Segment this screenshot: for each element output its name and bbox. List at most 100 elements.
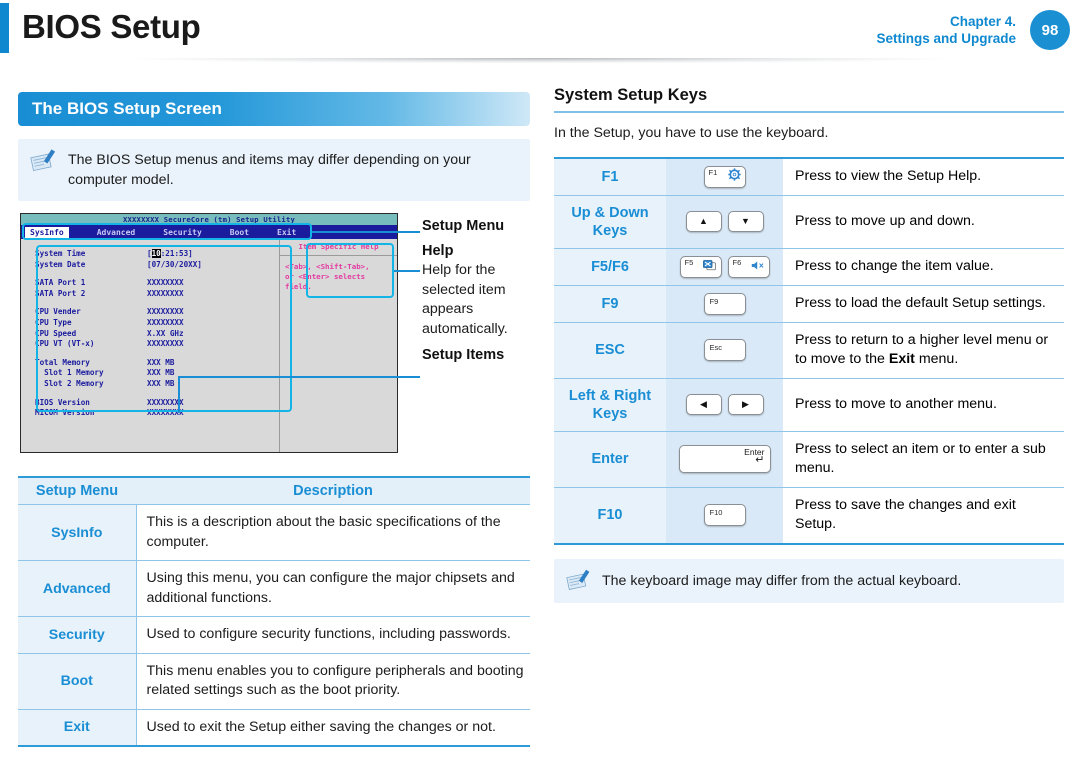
bios-body: System Time [10:21:53] System Date [07/30/2…	[21, 239, 397, 452]
bios-item-value[interactable]: [10:21:53]	[147, 249, 193, 260]
key-name-cell: Enter	[554, 431, 666, 488]
bios-item-row: CPU Vender XXXXXXXX	[35, 307, 279, 318]
bios-tab-advanced[interactable]: Advanced	[97, 228, 136, 237]
bios-item-label: SATA Port 2	[35, 288, 86, 298]
bios-item-value[interactable]: XXX MB	[147, 379, 174, 390]
section-title-system-setup-keys: System Setup Keys	[554, 86, 708, 104]
arrow-left-key[interactable]: ◀	[685, 394, 722, 416]
bios-item-value[interactable]: XXXXXXXX	[147, 307, 184, 318]
table-row: Security Used to configure security funct…	[18, 616, 530, 653]
leader-line-setup-items	[178, 376, 420, 378]
bios-item-row: SATA Port 1 XXXXXXXX	[35, 278, 279, 289]
right-column: System Setup Keys In the Setup, you have…	[554, 86, 1064, 603]
arrow-right-key[interactable]: ▶	[727, 394, 764, 416]
bios-item-label: MICOM Version	[35, 408, 95, 418]
enter-key[interactable]: Enter ↵	[678, 445, 771, 474]
bios-item-value[interactable]: XXXXXXXX	[147, 278, 184, 289]
bios-item-row: Total Memory XXX MB	[35, 358, 279, 369]
callout-label-setup-menu: Setup Menu	[422, 218, 505, 234]
setup-keys-intro: In the Setup, you have to use the keyboa…	[554, 124, 829, 141]
key-name-cell: F10	[554, 487, 666, 543]
bios-item-value[interactable]: XXX MB	[147, 368, 174, 379]
bios-item-value[interactable]: X.XX GHz	[147, 329, 184, 340]
key-cap-cell: F5 F6	[666, 248, 783, 286]
header-divider-shadow	[0, 58, 1080, 70]
bios-selected-field[interactable]: 10	[151, 249, 161, 258]
function-key[interactable]: F9	[703, 292, 746, 315]
chapter-line-1: Chapter 4.	[949, 14, 1016, 29]
arrow-down-key[interactable]: ▼	[727, 211, 764, 233]
bios-item-label: BIOS Version	[35, 397, 90, 407]
bios-item-label: Total Memory	[35, 357, 90, 367]
page-number-badge: 98	[1030, 10, 1070, 50]
bios-item-row: CPU VT (VT-x) XXXXXXXX	[35, 339, 279, 350]
table-row: Boot This menu enables you to configure p…	[18, 653, 530, 709]
callout-label-help: Help	[422, 243, 454, 259]
arrow-down-icon: ▼	[741, 216, 750, 227]
key-description-cell: Press to load the default Setup settings…	[795, 295, 1046, 312]
arrow-up-icon: ▲	[699, 216, 708, 227]
bios-item-gap	[35, 270, 279, 278]
bios-item-gap	[35, 390, 279, 398]
bios-item-row: SATA Port 2 XXXXXXXX	[35, 289, 279, 300]
bios-item-label: Slot 1 Memory	[35, 368, 104, 378]
key-row: F10 F10 Press to save the changes and exit…	[554, 487, 1064, 543]
key-name-cell: Left & Right Keys	[554, 378, 666, 432]
key-cap-cell: ▲ ▼	[666, 195, 783, 249]
bios-item-label: SATA Port 1	[35, 278, 86, 288]
menu-description-cell: Used to exit the Setup either saving the…	[146, 718, 496, 735]
function-key[interactable]: F10	[703, 504, 746, 527]
f5-key[interactable]: F5	[679, 255, 722, 278]
function-key[interactable]: Esc	[703, 339, 746, 362]
bios-setup-items-list: System Time [10:21:53] System Date [07/30/2…	[21, 239, 279, 452]
key-cap-cell: F10	[666, 487, 783, 543]
arrow-right-icon: ▶	[742, 399, 749, 410]
bios-item-value[interactable]: XXXXXXXX	[147, 339, 184, 350]
menu-name-cell: Exit	[18, 709, 137, 746]
bios-item-gap	[35, 299, 279, 307]
menu-name-cell: Boot	[18, 653, 137, 709]
key-label: F1	[708, 167, 718, 177]
bios-help-text: <Tab>, <Shift-Tab>, or <Enter> selects f…	[285, 262, 370, 291]
note-text: The BIOS Setup menus and items may diffe…	[68, 152, 471, 188]
bios-item-label: Slot 2 Memory	[35, 378, 104, 388]
notepad-pencil-icon	[566, 569, 594, 594]
bios-tab-exit[interactable]: Exit	[277, 228, 296, 237]
section-rule	[554, 111, 1064, 113]
bios-tab-boot[interactable]: Boot	[230, 228, 249, 237]
leader-line-setup-menu	[312, 231, 420, 233]
note-box-keyboard-image: The keyboard image may differ from the a…	[554, 558, 1064, 603]
key-description-cell: Press to move to another menu.	[795, 396, 997, 413]
f1-key[interactable]: F1	[703, 165, 746, 188]
system-setup-keys-table: F1 F1 Press to view the Setup Help. Up & Do…	[554, 158, 1064, 543]
page-title: BIOS Setup	[22, 8, 201, 45]
f6-key[interactable]: F6	[727, 255, 770, 278]
bios-item-value[interactable]: XXXXXXXX	[147, 318, 184, 329]
bios-tab-sysinfo[interactable]: SysInfo	[25, 226, 69, 238]
key-row: F9 F9 Press to load the default Setup sett…	[554, 285, 1064, 323]
bios-item-value[interactable]: [07/30/20XX]	[147, 260, 202, 271]
key-row: Left & Right Keys ◀ ▶ Press to move to anot…	[554, 378, 1064, 432]
key-cap-cell: F1	[666, 158, 783, 196]
bios-item-label: System Time	[35, 249, 86, 258]
key-name-cell: F9	[554, 285, 666, 323]
bios-item-label: CPU Type	[35, 317, 72, 327]
table-row: Advanced Using this menu, you can configu…	[18, 560, 530, 617]
gear-icon	[727, 168, 741, 186]
bios-item-value[interactable]: XXXXXXXX	[147, 289, 184, 300]
key-name-cell: Up & Down Keys	[554, 195, 666, 249]
menu-name-cell: Security	[18, 616, 137, 653]
key-name-cell: ESC	[554, 322, 666, 379]
bios-item-value[interactable]: XXX MB	[147, 358, 174, 369]
enter-arrow-icon: ↵	[755, 454, 765, 467]
note-box-bios-menus: The BIOS Setup menus and items may diffe…	[18, 139, 530, 201]
key-description-cell: Press to return to a higher level menu o…	[795, 331, 1049, 368]
bios-item-row: Slot 2 Memory XXX MB	[35, 379, 279, 390]
leader-line-help	[394, 270, 420, 272]
arrow-up-key[interactable]: ▲	[685, 211, 722, 233]
section-title-bios-setup-screen: The BIOS Setup Screen	[18, 92, 530, 126]
bios-item-label: CPU Speed	[35, 328, 77, 338]
note-text: The keyboard image may differ from the a…	[602, 572, 962, 589]
bios-tab-security[interactable]: Security	[163, 228, 202, 237]
key-description-cell: Press to select an item or to enter a su…	[795, 440, 1046, 477]
